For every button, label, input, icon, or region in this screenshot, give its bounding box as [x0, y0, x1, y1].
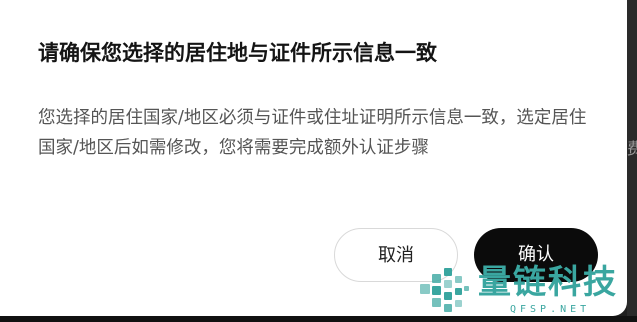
watermark-domain-text: QFSP.NET	[510, 304, 591, 315]
watermark-brand-text: 量链科技	[478, 262, 618, 301]
dialog-title: 请确保您选择的居住地与证件所示信息一致	[38, 41, 437, 65]
dialog-message: 您选择的居住国家/地区必须与证件或住址证明所示信息一致，选定居住国家/地区后如需…	[38, 108, 587, 158]
watermark-logo-icon	[420, 268, 469, 312]
background-text-fragment: 费	[627, 139, 637, 158]
watermark: 量链科技 QFSP.NET	[418, 262, 633, 318]
